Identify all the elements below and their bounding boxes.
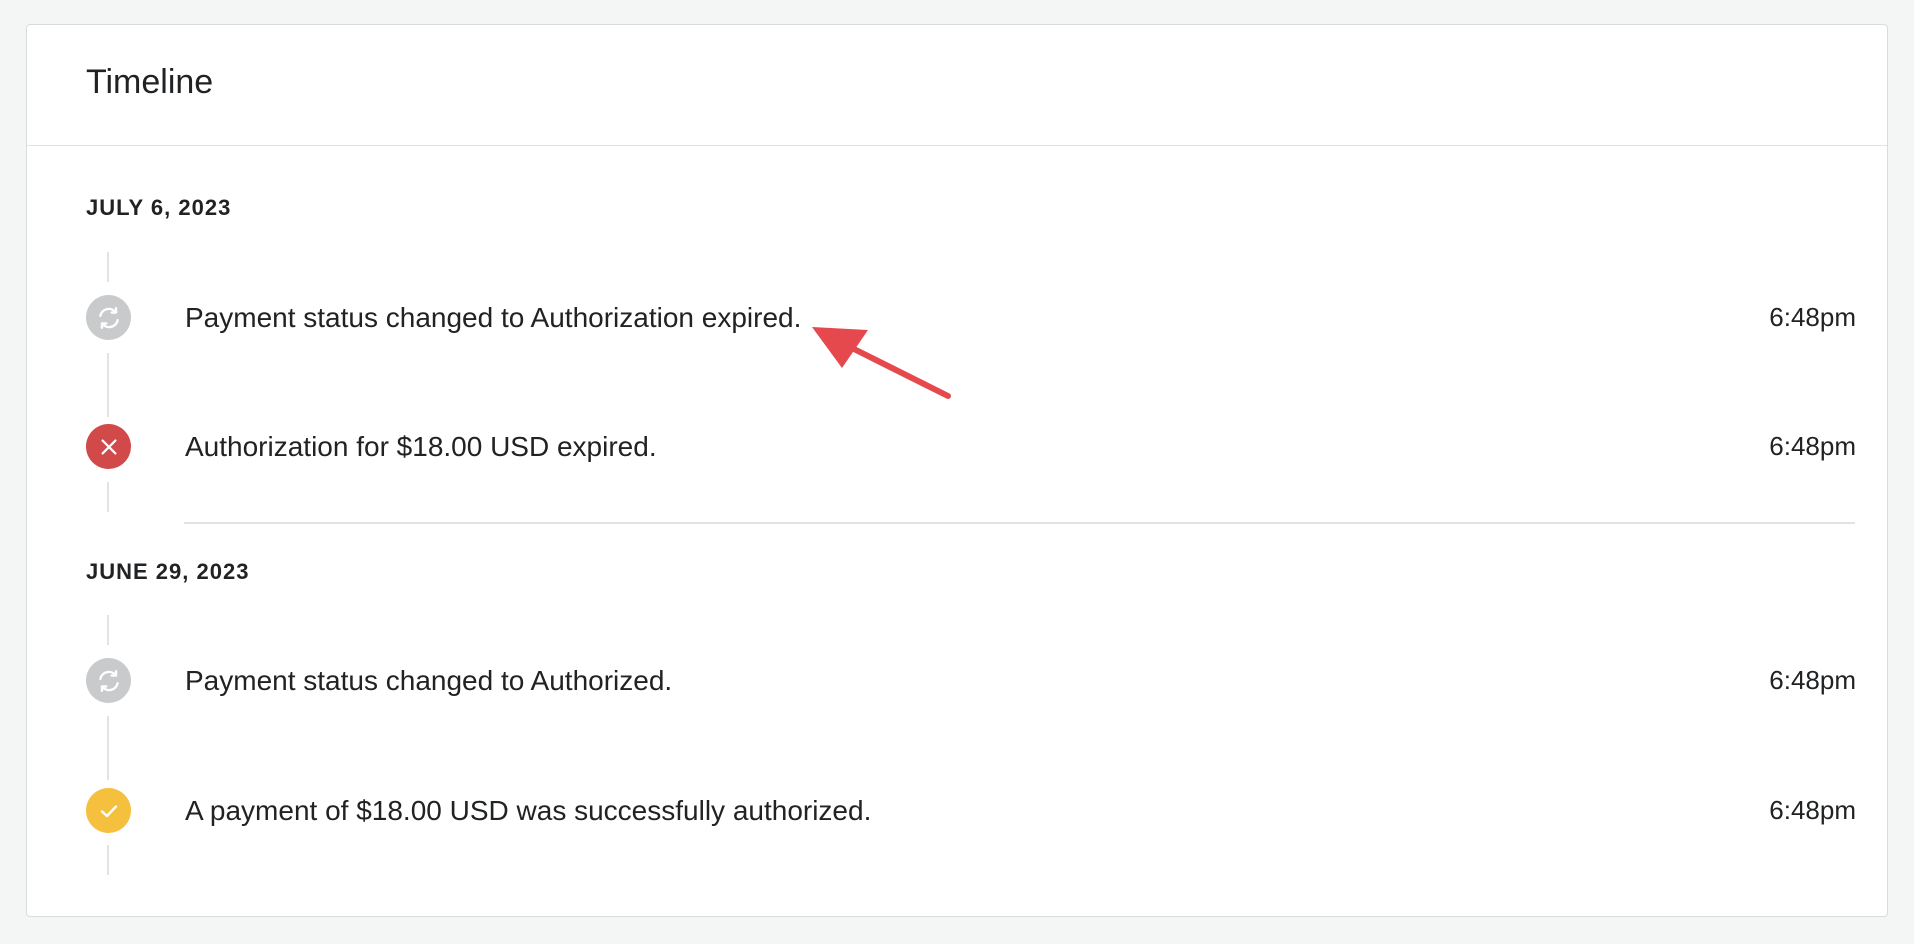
event-time: 6:48pm bbox=[1769, 795, 1856, 825]
date-heading: JUNE 29, 2023 bbox=[86, 559, 250, 584]
timeline-event: A payment of $18.00 USD was successfully… bbox=[86, 788, 1856, 834]
card-title: Timeline bbox=[86, 63, 214, 101]
close-icon bbox=[86, 424, 131, 469]
event-time: 6:48pm bbox=[1769, 431, 1856, 461]
timeline-connector bbox=[107, 615, 109, 645]
timeline-event: Payment status changed to Authorized. 6:… bbox=[86, 658, 1856, 704]
timeline-connector bbox=[107, 482, 109, 512]
event-text: Payment status changed to Authorization … bbox=[185, 302, 802, 333]
timeline-card: Timeline JULY 6, 2023 Payment status cha… bbox=[26, 24, 1888, 917]
timeline-event: Payment status changed to Authorization … bbox=[86, 295, 1856, 341]
group-divider bbox=[184, 522, 1855, 524]
date-heading: JULY 6, 2023 bbox=[86, 195, 232, 220]
event-time: 6:48pm bbox=[1769, 665, 1856, 695]
timeline-connector bbox=[107, 845, 109, 875]
refresh-icon bbox=[86, 295, 131, 340]
timeline-connector bbox=[107, 252, 109, 282]
card-header: Timeline bbox=[27, 25, 1887, 146]
timeline-connector bbox=[107, 716, 109, 780]
refresh-icon bbox=[86, 658, 131, 703]
event-text: Payment status changed to Authorized. bbox=[185, 665, 673, 696]
timeline-connector bbox=[107, 353, 109, 417]
checkmark-icon bbox=[86, 788, 131, 833]
event-text: A payment of $18.00 USD was successfully… bbox=[185, 795, 872, 826]
event-text: Authorization for $18.00 USD expired. bbox=[185, 431, 657, 462]
event-time: 6:48pm bbox=[1769, 302, 1856, 332]
timeline-event: Authorization for $18.00 USD expired. 6:… bbox=[86, 424, 1856, 470]
